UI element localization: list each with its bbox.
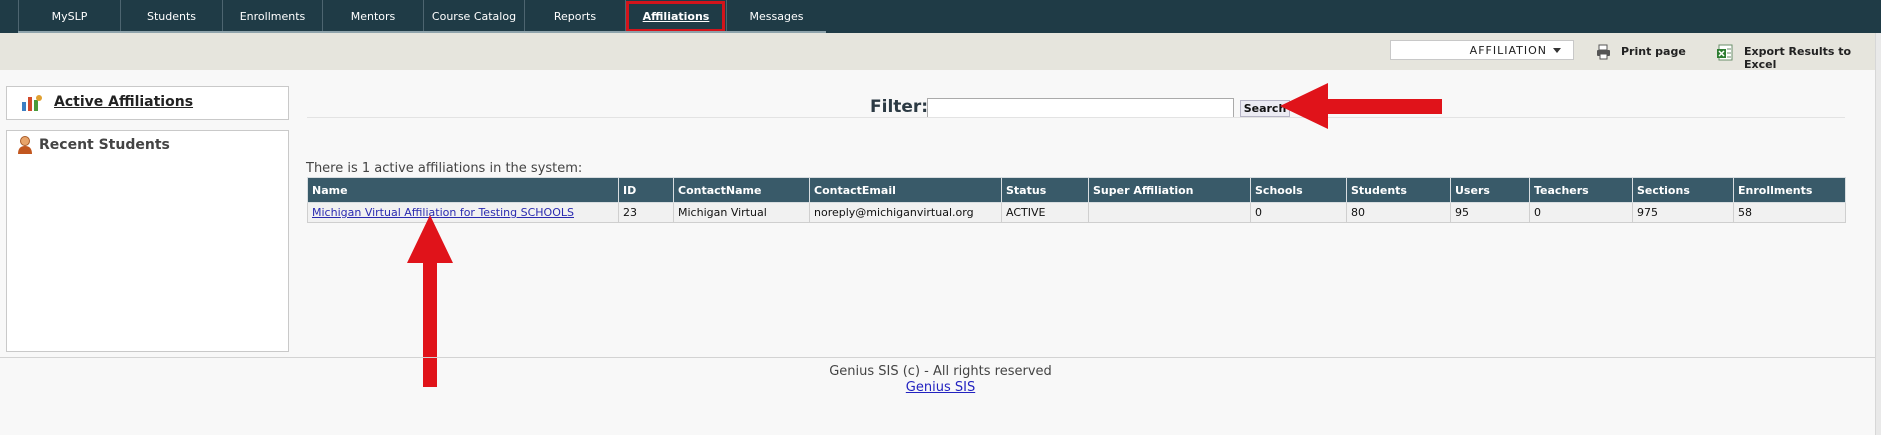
tab-affiliations[interactable]: Affiliations bbox=[625, 0, 726, 33]
tab-label: MySLP bbox=[51, 10, 88, 23]
affiliations-table: Name ID ContactName ContactEmail Status … bbox=[307, 177, 1846, 223]
recent-students-panel bbox=[6, 130, 289, 352]
tab-students[interactable]: Students bbox=[120, 0, 222, 33]
caret-down-icon bbox=[1553, 48, 1561, 53]
arrow-annotation-search bbox=[1280, 83, 1442, 129]
filter-divider bbox=[307, 117, 1845, 118]
tab-mentors[interactable]: Mentors bbox=[322, 0, 423, 33]
print-page-link[interactable]: Print page bbox=[1621, 45, 1686, 58]
column-header-sections[interactable]: Sections bbox=[1632, 177, 1734, 203]
recent-students-title: Recent Students bbox=[39, 137, 170, 153]
column-header-users[interactable]: Users bbox=[1450, 177, 1530, 203]
tab-reports[interactable]: Reports bbox=[524, 0, 625, 33]
column-header-schools[interactable]: Schools bbox=[1250, 177, 1347, 203]
filter-label: Filter: bbox=[870, 97, 929, 117]
active-affiliations-link[interactable]: Active Affiliations bbox=[54, 94, 193, 110]
cell-id: 23 bbox=[618, 202, 674, 223]
cell-students: 80 bbox=[1346, 202, 1451, 223]
footer-link-row: Genius SIS bbox=[0, 380, 1881, 395]
column-header-enrollments[interactable]: Enrollments bbox=[1733, 177, 1846, 203]
tab-course-catalog[interactable]: Course Catalog bbox=[423, 0, 524, 33]
column-header-id[interactable]: ID bbox=[618, 177, 674, 203]
cell-super-affiliation bbox=[1088, 202, 1251, 223]
cell-sections: 975 bbox=[1632, 202, 1734, 223]
people-chart-icon bbox=[22, 95, 42, 111]
footer-copyright: Genius SIS (c) - All rights reserved bbox=[829, 364, 1052, 379]
cell-schools: 0 bbox=[1250, 202, 1347, 223]
column-header-name[interactable]: Name bbox=[307, 177, 619, 203]
footer-genius-sis-link[interactable]: Genius SIS bbox=[906, 380, 975, 395]
footer-divider bbox=[0, 357, 1875, 358]
summary-text: There is 1 active affiliations in the sy… bbox=[306, 161, 583, 176]
tab-label: Affiliations bbox=[642, 10, 710, 23]
cell-contact-name: Michigan Virtual bbox=[673, 202, 810, 223]
column-header-contact-email[interactable]: ContactEmail bbox=[809, 177, 1002, 203]
table-row: Michigan Virtual Affiliation for Testing… bbox=[307, 202, 1846, 223]
table-header-row: Name ID ContactName ContactEmail Status … bbox=[307, 177, 1846, 203]
tab-label: Students bbox=[146, 10, 197, 23]
tab-myslp[interactable]: MySLP bbox=[18, 0, 120, 33]
tab-label: Mentors bbox=[350, 10, 396, 23]
excel-icon[interactable] bbox=[1716, 44, 1734, 62]
dropdown-value: AFFILIATION bbox=[1469, 43, 1547, 57]
arrow-annotation-affiliation bbox=[407, 215, 453, 387]
cell-status: ACTIVE bbox=[1001, 202, 1089, 223]
tab-label: Reports bbox=[553, 10, 597, 23]
tab-label: Course Catalog bbox=[431, 10, 517, 23]
cell-contact-email: noreply@michiganvirtual.org bbox=[809, 202, 1002, 223]
tab-messages[interactable]: Messages bbox=[726, 0, 826, 33]
cell-users: 95 bbox=[1450, 202, 1530, 223]
column-header-super-affiliation[interactable]: Super Affiliation bbox=[1088, 177, 1251, 203]
column-header-students[interactable]: Students bbox=[1346, 177, 1451, 203]
cell-enrollments: 58 bbox=[1733, 202, 1846, 223]
cell-name: Michigan Virtual Affiliation for Testing… bbox=[307, 202, 619, 223]
search-type-dropdown[interactable]: AFFILIATION bbox=[1390, 40, 1574, 60]
cell-teachers: 0 bbox=[1529, 202, 1633, 223]
student-icon bbox=[18, 136, 32, 154]
column-header-contact-name[interactable]: ContactName bbox=[673, 177, 810, 203]
top-navigation: MySLP Students Enrollments Mentors Cours… bbox=[0, 0, 1881, 33]
tab-label: Enrollments bbox=[239, 10, 306, 23]
filter-input[interactable] bbox=[927, 98, 1234, 118]
print-icon[interactable] bbox=[1595, 44, 1613, 60]
tab-label: Messages bbox=[749, 10, 804, 23]
tab-enrollments[interactable]: Enrollments bbox=[222, 0, 322, 33]
export-excel-link[interactable]: Export Results to Excel bbox=[1744, 45, 1881, 71]
column-header-teachers[interactable]: Teachers bbox=[1529, 177, 1633, 203]
column-header-status[interactable]: Status bbox=[1001, 177, 1089, 203]
